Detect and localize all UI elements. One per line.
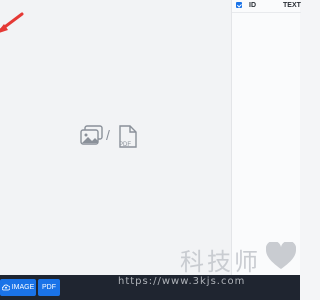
pdf-file-icon: PDF (119, 125, 137, 148)
panel-header: ID TEXT (232, 0, 301, 13)
column-text-header[interactable]: TEXT (283, 2, 301, 9)
annotation-panel: ID TEXT (231, 0, 301, 275)
select-all-checkbox[interactable] (236, 2, 242, 8)
pdf-icon-label: PDF (119, 142, 131, 148)
image-button-label: IMAGE (11, 284, 35, 291)
drop-canvas[interactable]: / PDF (0, 0, 231, 275)
drop-hint: / PDF (80, 125, 142, 151)
pdf-button-label: PDF (42, 284, 56, 291)
red-arrow-icon (0, 12, 24, 33)
image-stack-icon (80, 125, 103, 145)
separator-slash: / (106, 127, 110, 143)
image-upload-button[interactable]: IMAGE (0, 279, 36, 296)
watermark: 科技师 https://www.3kjs.com (118, 242, 298, 292)
column-id-header[interactable]: ID (249, 2, 256, 9)
watermark-url: https://www.3kjs.com (118, 276, 246, 287)
heart-icon (266, 242, 296, 269)
watermark-brand: 科技师 (180, 248, 261, 276)
upload-icon (1, 284, 10, 291)
pdf-upload-button[interactable]: PDF (38, 279, 60, 296)
